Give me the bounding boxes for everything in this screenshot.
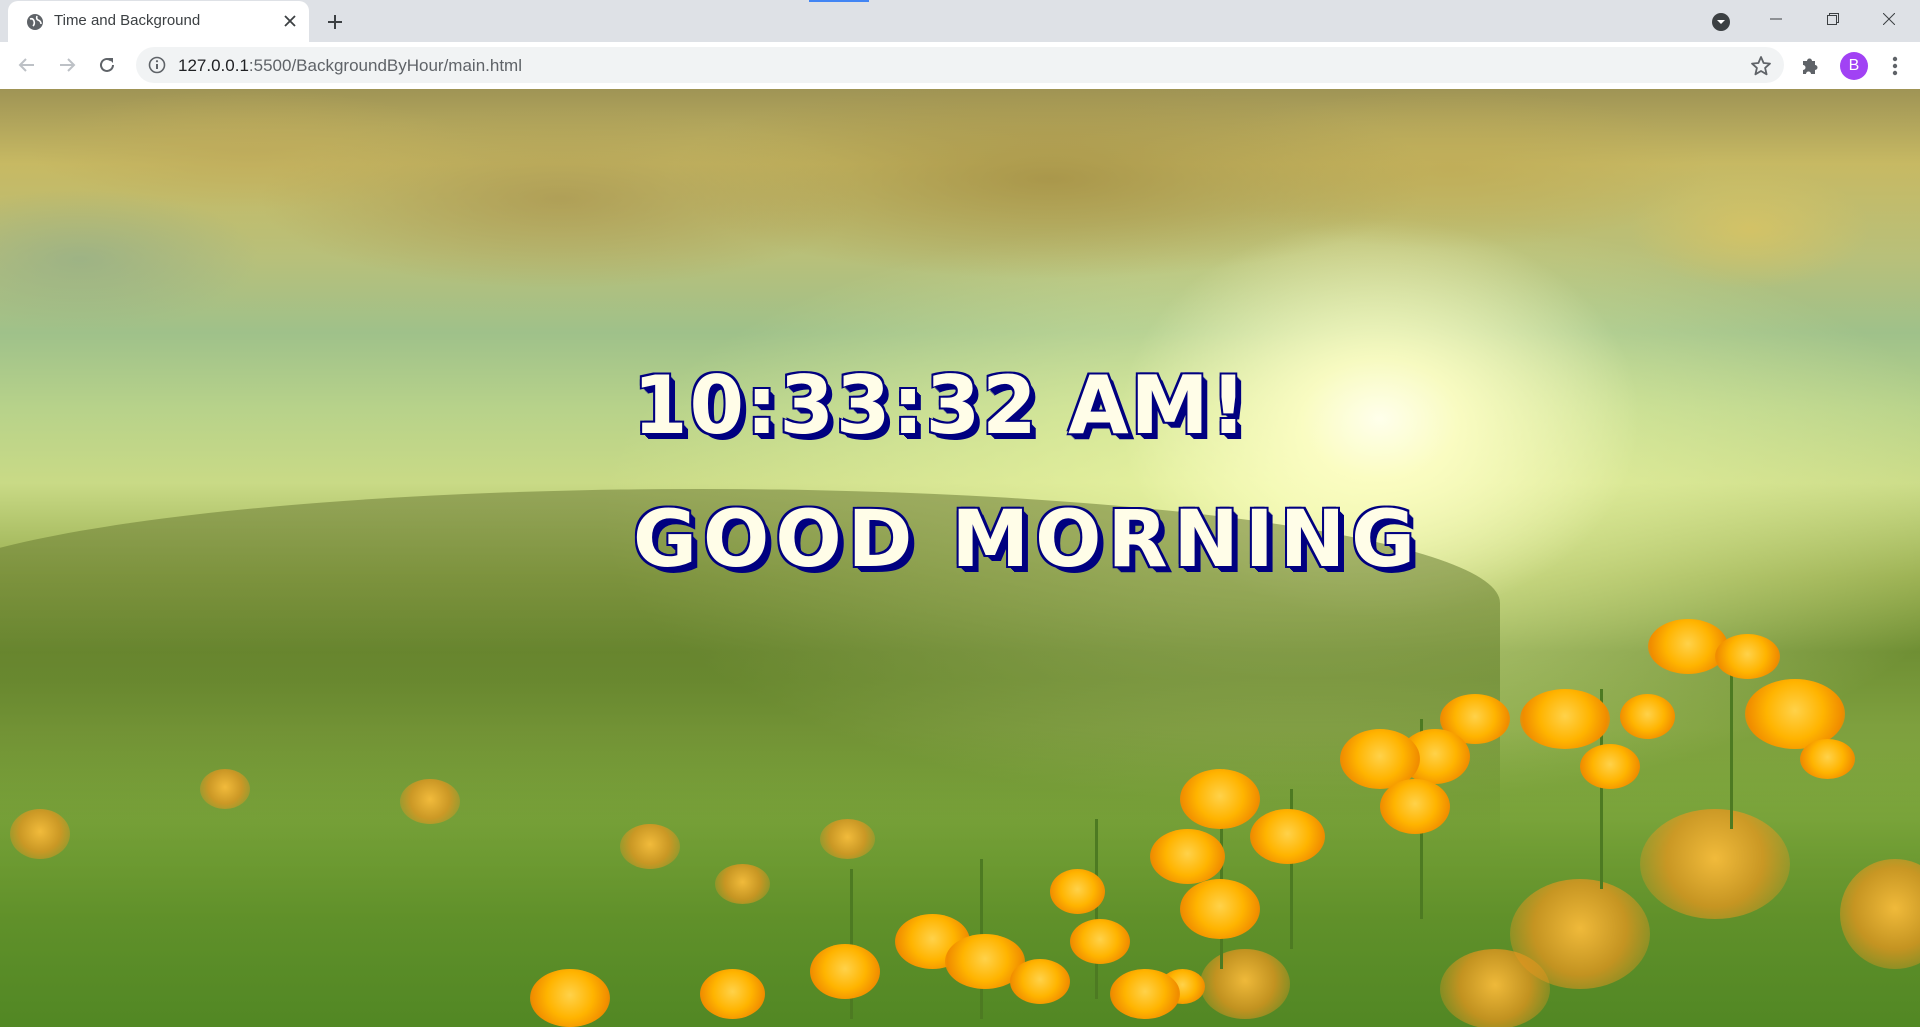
arrow-right-icon[interactable] bbox=[52, 50, 82, 80]
chevron-down-circle-icon[interactable] bbox=[1709, 10, 1733, 34]
flower bbox=[810, 944, 880, 999]
flower bbox=[1010, 959, 1070, 1004]
flower bbox=[1150, 829, 1225, 884]
arrow-left-icon[interactable] bbox=[12, 50, 42, 80]
flower bbox=[1180, 879, 1260, 939]
flower bbox=[1440, 949, 1550, 1027]
url-text[interactable]: 127.0.0.1:5500/BackgroundByHour/main.htm… bbox=[178, 56, 522, 76]
url-host: 127.0.0.1 bbox=[178, 56, 249, 75]
flower bbox=[700, 969, 765, 1019]
flower bbox=[1050, 869, 1105, 914]
flower bbox=[1800, 739, 1855, 779]
flower bbox=[530, 969, 610, 1027]
flower bbox=[1380, 779, 1450, 834]
address-bar[interactable]: 127.0.0.1:5500/BackgroundByHour/main.htm… bbox=[136, 47, 1784, 83]
star-icon[interactable] bbox=[1750, 55, 1772, 77]
flower bbox=[200, 769, 250, 809]
page-viewport: 10:33:32 AM! GOOD MORNING bbox=[0, 89, 1920, 1027]
url-path: :5500/BackgroundByHour/main.html bbox=[248, 56, 522, 75]
flower bbox=[1180, 769, 1260, 829]
browser-toolbar: 127.0.0.1:5500/BackgroundByHour/main.htm… bbox=[0, 42, 1920, 89]
stem bbox=[1730, 669, 1733, 829]
flower bbox=[1648, 619, 1728, 674]
window-close-icon[interactable] bbox=[1866, 0, 1912, 38]
puzzle-icon[interactable] bbox=[1799, 55, 1821, 77]
flower bbox=[1640, 809, 1790, 919]
tab-title: Time and Background bbox=[54, 12, 201, 29]
tab-active[interactable]: Time and Background bbox=[8, 1, 309, 42]
drag-indicator bbox=[809, 0, 869, 2]
stem bbox=[1095, 819, 1098, 999]
minimize-icon[interactable] bbox=[1753, 0, 1799, 38]
flower bbox=[1070, 919, 1130, 964]
flower bbox=[1580, 744, 1640, 789]
flower bbox=[1250, 809, 1325, 864]
flower bbox=[1620, 694, 1675, 739]
tab-strip: Time and Background bbox=[0, 0, 1920, 42]
flower bbox=[1200, 949, 1290, 1019]
flower bbox=[820, 819, 875, 859]
flower bbox=[1520, 689, 1610, 749]
plus-icon[interactable] bbox=[322, 9, 348, 35]
globe-icon bbox=[26, 13, 44, 31]
greeting-text: GOOD MORNING bbox=[633, 495, 1422, 585]
clock-time: 10:33:32 AM! bbox=[633, 359, 1249, 452]
reload-icon[interactable] bbox=[92, 50, 122, 80]
flower bbox=[620, 824, 680, 869]
info-icon[interactable] bbox=[148, 56, 166, 74]
flower bbox=[400, 779, 460, 824]
flower bbox=[1110, 969, 1180, 1019]
kebab-menu-icon[interactable] bbox=[1884, 54, 1906, 78]
restore-icon[interactable] bbox=[1810, 0, 1856, 38]
flower bbox=[10, 809, 70, 859]
avatar[interactable]: B bbox=[1840, 52, 1868, 80]
flower bbox=[1715, 634, 1780, 679]
close-icon[interactable] bbox=[280, 11, 300, 31]
flower bbox=[715, 864, 770, 904]
browser-chrome: Time and Background 127.0.0.1:5500/Backg… bbox=[0, 0, 1920, 89]
